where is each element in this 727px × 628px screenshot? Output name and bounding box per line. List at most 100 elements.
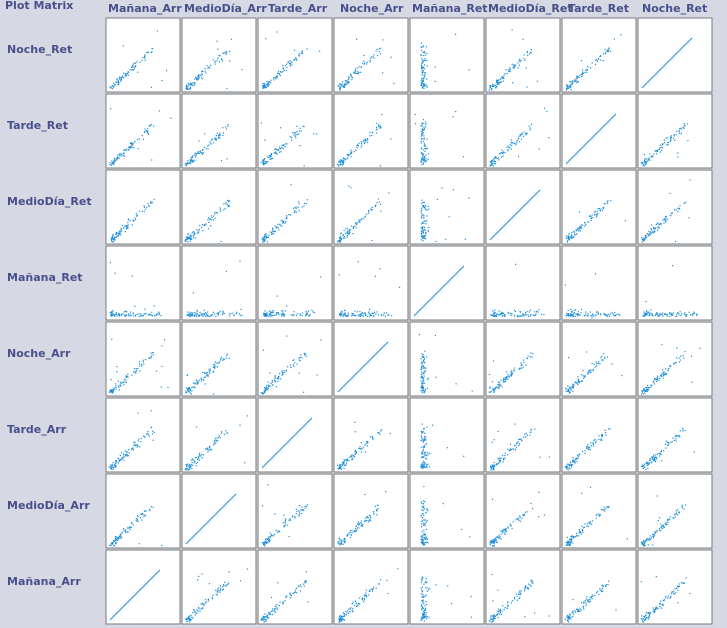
scatter-point bbox=[498, 314, 500, 316]
scatter-point bbox=[519, 58, 521, 60]
scatter-point bbox=[283, 370, 285, 372]
scatter-point bbox=[216, 59, 219, 61]
scatter-point bbox=[669, 315, 671, 318]
scatter-point bbox=[379, 268, 381, 270]
scatter-point bbox=[222, 127, 224, 129]
scatter-point bbox=[499, 81, 501, 83]
scatter-point bbox=[347, 315, 349, 317]
scatter-point bbox=[109, 86, 112, 88]
scatter-point bbox=[595, 517, 597, 519]
scatter-point bbox=[422, 214, 424, 216]
scatter-point bbox=[577, 455, 580, 458]
panel-frame bbox=[637, 93, 713, 169]
scatter-point bbox=[592, 443, 595, 445]
scatter-point bbox=[260, 619, 262, 621]
scatter-point bbox=[656, 453, 659, 455]
scatter-point bbox=[260, 161, 262, 163]
scatter-point bbox=[201, 78, 203, 80]
scatter-point bbox=[208, 144, 210, 146]
scatter-point bbox=[375, 205, 377, 207]
scatter-point bbox=[153, 431, 155, 433]
panel-frame bbox=[485, 245, 561, 321]
scatter-point bbox=[129, 529, 131, 531]
scatter-point bbox=[426, 387, 428, 389]
scatter-point bbox=[565, 387, 567, 389]
scatter-point bbox=[207, 148, 209, 150]
scatter-point bbox=[206, 447, 208, 449]
scatter-point bbox=[274, 611, 276, 613]
scatter-point bbox=[294, 135, 296, 137]
scatter-point bbox=[420, 81, 422, 83]
scatter-point bbox=[645, 300, 647, 303]
scatter-point bbox=[495, 157, 497, 159]
scatter-point bbox=[368, 313, 370, 315]
scatter-point bbox=[337, 541, 339, 543]
scatter-point bbox=[647, 464, 649, 466]
scatter-point bbox=[341, 539, 343, 541]
scatter-point bbox=[285, 69, 287, 72]
scatter-point bbox=[442, 503, 444, 505]
scatter-point bbox=[129, 147, 131, 149]
scatter-point bbox=[597, 60, 599, 62]
scatter-point bbox=[522, 133, 524, 135]
scatter-point bbox=[266, 83, 268, 86]
scatter-point bbox=[517, 62, 519, 64]
scatter-point bbox=[510, 141, 512, 144]
scatter-point bbox=[514, 598, 516, 600]
scatter-point bbox=[359, 522, 361, 524]
scatter-point bbox=[506, 454, 509, 456]
scatter-point bbox=[289, 592, 291, 594]
scatter-point bbox=[338, 164, 340, 166]
scatter-point bbox=[649, 153, 651, 155]
scatter-point bbox=[657, 226, 659, 228]
scatter-point bbox=[273, 533, 275, 535]
scatter-point bbox=[678, 512, 680, 514]
scatter-point bbox=[650, 309, 652, 311]
scatter-panel-mediodaarr-vs-nochearr bbox=[333, 473, 409, 549]
scatter-point bbox=[209, 368, 211, 370]
scatter-point bbox=[270, 610, 272, 612]
scatter-point bbox=[222, 60, 224, 62]
scatter-point bbox=[489, 165, 492, 167]
scatter-point bbox=[596, 311, 598, 314]
scatter-point bbox=[422, 440, 425, 442]
scatter-point bbox=[156, 314, 158, 316]
scatter-point bbox=[342, 162, 344, 165]
scatter-point bbox=[344, 80, 346, 82]
scatter-point bbox=[188, 88, 190, 90]
scatter-point bbox=[208, 583, 210, 585]
scatter-point bbox=[421, 436, 423, 438]
scatter-point bbox=[374, 275, 376, 277]
scatter-point bbox=[357, 144, 359, 146]
scatter-point bbox=[379, 53, 381, 55]
scatter-point bbox=[521, 517, 523, 519]
scatter-point bbox=[198, 608, 200, 610]
scatter-point bbox=[363, 60, 365, 62]
scatter-point bbox=[117, 380, 119, 382]
scatter-point bbox=[525, 132, 527, 134]
scatter-point bbox=[578, 229, 580, 232]
scatter-point bbox=[493, 315, 495, 317]
scatter-point bbox=[693, 451, 695, 453]
scatter-point bbox=[530, 52, 532, 54]
scatter-point bbox=[368, 515, 370, 517]
scatter-point bbox=[424, 541, 427, 544]
scatter-point bbox=[196, 609, 198, 611]
scatter-point bbox=[135, 372, 137, 374]
scatter-point bbox=[276, 608, 278, 611]
scatter-panel-tardearr-vs-maanaarr bbox=[105, 397, 181, 473]
scatter-point bbox=[423, 356, 425, 358]
scatter-point bbox=[666, 524, 668, 526]
scatter-point bbox=[425, 370, 427, 372]
scatter-point bbox=[219, 590, 221, 592]
scatter-point bbox=[532, 582, 534, 584]
scatter-point bbox=[648, 157, 650, 159]
scatter-point bbox=[420, 593, 423, 595]
scatter-point bbox=[217, 440, 219, 442]
scatter-point bbox=[693, 311, 695, 313]
scatter-point bbox=[644, 466, 646, 468]
scatter-point bbox=[351, 76, 353, 78]
scatter-point bbox=[597, 313, 599, 315]
scatter-point bbox=[365, 589, 367, 591]
scatter-point bbox=[339, 542, 341, 545]
